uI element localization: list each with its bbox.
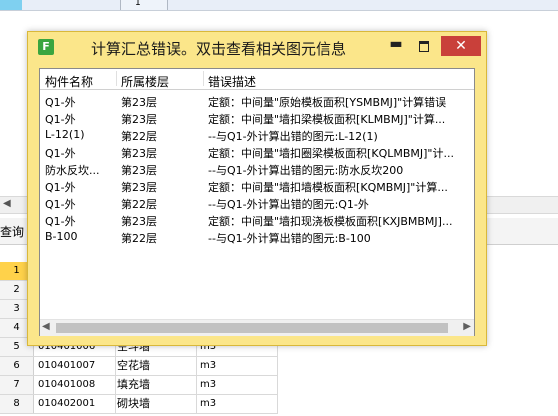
component-name: Q1-外 <box>45 215 76 228</box>
list-item[interactable]: Q1-外 第23层 定额：中间量"墙扣圈梁模板面积[KQLMBMJ]"计... <box>40 144 474 161</box>
scroll-left-icon[interactable]: ◀ <box>42 321 50 332</box>
row-name: 砌块墙 <box>117 397 150 410</box>
component-name: Q1-外 <box>45 113 76 126</box>
component-name: B-100 <box>45 230 78 243</box>
close-button[interactable]: ✕ <box>441 36 481 56</box>
error-description: --与Q1-外计算出错的图元:Q1-外 <box>208 198 369 211</box>
top-cell[interactable]: 1 <box>120 0 168 10</box>
scrollbar-thumb[interactable] <box>56 323 448 333</box>
error-description: 定额：中间量"原始模板面积[YSMBMJ]"计算错误 <box>208 96 447 109</box>
column-header-description[interactable]: 错误描述 <box>208 73 256 90</box>
list-header: 构件名称 所属楼层 错误描述 <box>40 69 474 90</box>
row-unit: m3 <box>200 398 217 409</box>
minimize-button[interactable]: ▬ <box>384 37 408 55</box>
row-unit: m3 <box>200 379 217 390</box>
error-list[interactable]: 构件名称 所属楼层 错误描述 Q1-外 第23层 定额：中间量"原始模板面积[Y… <box>39 68 475 336</box>
floor: 第22层 <box>121 130 157 143</box>
row-code: 010401007 <box>38 360 96 371</box>
list-item[interactable]: 防水反坎... 第23层 --与Q1-外计算出错的图元:防水反坎200 <box>40 161 474 178</box>
list-item[interactable]: Q1-外 第23层 定额：中间量"墙扣墙模板面积[KQMBMJ]"计算... <box>40 178 474 195</box>
table-row[interactable]: 6 010401007 空花墙 m3 <box>0 357 278 376</box>
component-name: Q1-外 <box>45 147 76 160</box>
error-dialog: F 计算汇总错误。双击查看相关图元信息 ▬ ✕ 构件名称 所属楼层 错误描述 Q… <box>27 31 487 346</box>
table-row[interactable]: 8 010402001 砌块墙 m3 <box>0 395 278 414</box>
floor: 第23层 <box>121 113 157 126</box>
error-description: --与Q1-外计算出错的图元:B-100 <box>208 232 371 245</box>
list-horizontal-scrollbar[interactable]: ◀ ▶ <box>40 319 474 336</box>
error-description: 定额：中间量"墙扣墙模板面积[KQMBMJ]"计算... <box>208 181 448 194</box>
list-item[interactable]: Q1-外 第23层 定额：中间量"墙扣现浇板模板面积[KXJBMBMJ]... <box>40 212 474 229</box>
background-top-strip: 1 <box>0 0 558 11</box>
scroll-right-icon[interactable]: ▶ <box>463 321 471 332</box>
component-name: Q1-外 <box>45 198 76 211</box>
error-description: --与Q1-外计算出错的图元:L-12(1) <box>208 130 378 143</box>
list-item[interactable]: Q1-外 第23层 定额：中间量"墙扣梁模板面积[KLMBMJ]"计算... <box>40 110 474 127</box>
component-name: L-12(1) <box>45 128 85 141</box>
error-description: --与Q1-外计算出错的图元:防水反坎200 <box>208 164 404 177</box>
error-description: 定额：中间量"墙扣梁模板面积[KLMBMJ]"计算... <box>208 113 446 126</box>
row-number[interactable]: 6 <box>0 357 34 375</box>
list-item[interactable]: B-100 第22层 --与Q1-外计算出错的图元:B-100 <box>40 229 474 246</box>
floor: 第23层 <box>121 96 157 109</box>
list-rows: Q1-外 第23层 定额：中间量"原始模板面积[YSMBMJ]"计算错误 Q1-… <box>40 93 474 303</box>
list-item[interactable]: L-12(1) 第22层 --与Q1-外计算出错的图元:L-12(1) <box>40 127 474 144</box>
row-number[interactable]: 8 <box>0 395 34 413</box>
list-item[interactable]: Q1-外 第23层 定额：中间量"原始模板面积[YSMBMJ]"计算错误 <box>40 93 474 110</box>
row-number[interactable]: 7 <box>0 376 34 394</box>
floor: 第23层 <box>121 215 157 228</box>
scroll-left-arrow-icon[interactable]: ◀ <box>3 198 11 209</box>
app-icon: F <box>38 39 54 55</box>
row-code: 010401008 <box>38 379 96 390</box>
list-item[interactable]: Q1-外 第22层 --与Q1-外计算出错的图元:Q1-外 <box>40 195 474 212</box>
row-unit: m3 <box>200 360 217 371</box>
query-label[interactable]: 查询 <box>0 223 24 240</box>
error-description: 定额：中间量"墙扣圈梁模板面积[KQLMBMJ]"计... <box>208 147 454 160</box>
floor: 第23层 <box>121 181 157 194</box>
component-name: Q1-外 <box>45 181 76 194</box>
floor: 第22层 <box>121 198 157 211</box>
dialog-title-bar[interactable]: F 计算汇总错误。双击查看相关图元信息 ▬ ✕ <box>28 32 486 62</box>
maximize-button[interactable] <box>412 37 436 55</box>
row-name: 空花墙 <box>117 359 150 372</box>
floor: 第23层 <box>121 164 157 177</box>
error-description: 定额：中间量"墙扣现浇板模板面积[KXJBMBMJ]... <box>208 215 453 228</box>
column-header-name[interactable]: 构件名称 <box>45 73 93 90</box>
row-name: 填充墙 <box>117 378 150 391</box>
floor: 第22层 <box>121 232 157 245</box>
maximize-icon <box>419 41 429 52</box>
selected-cell[interactable] <box>0 0 22 10</box>
table-row[interactable]: 7 010401008 填充墙 m3 <box>0 376 278 395</box>
dialog-title: 计算汇总错误。双击查看相关图元信息 <box>91 40 347 58</box>
component-name: 防水反坎... <box>45 164 100 177</box>
floor: 第23层 <box>121 147 157 160</box>
component-name: Q1-外 <box>45 96 76 109</box>
row-code: 010402001 <box>38 398 96 409</box>
column-header-floor[interactable]: 所属楼层 <box>121 73 169 90</box>
